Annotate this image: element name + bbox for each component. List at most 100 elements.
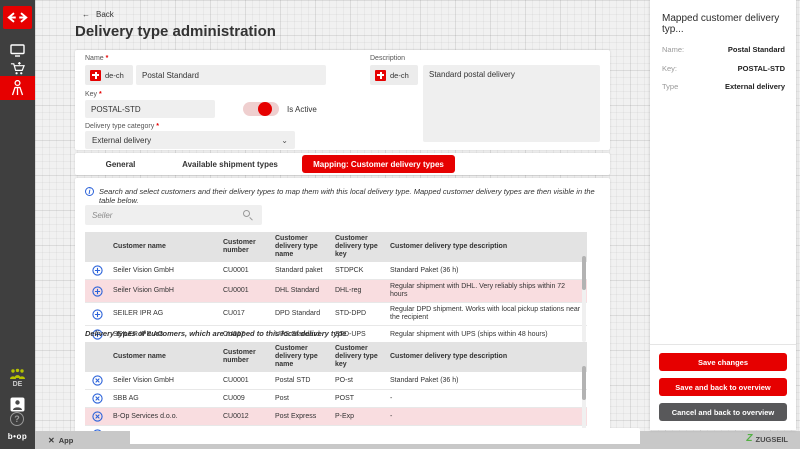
cell-type-key: DHL-reg [331, 280, 386, 302]
person-icon [11, 80, 24, 96]
header-customer-number: Customer number [219, 342, 271, 372]
scrollbar[interactable] [582, 256, 586, 342]
cell-customer-number: CU0001 [219, 372, 271, 389]
description-language-chip[interactable]: de-ch [370, 65, 418, 85]
cell-type-description: Regular shipment with UPS (ships within … [386, 326, 587, 343]
add-circle-icon[interactable] [92, 265, 103, 276]
sbb-logo-icon[interactable] [3, 6, 32, 29]
close-icon[interactable]: ✕ [48, 436, 55, 445]
cell-type-name: Postal STD [271, 372, 331, 389]
available-delivery-types-table: Customer name Customer number Customer d… [85, 232, 587, 344]
remove-circle-icon[interactable] [92, 375, 103, 386]
save-changes-button[interactable]: Save changes [659, 353, 787, 371]
zugseil-brand: Z ZUGSEIL [746, 434, 788, 444]
tab-mapping-customer-delivery-types[interactable]: Mapping: Customer delivery types [302, 155, 455, 173]
header-type-name: Customer delivery type name [271, 342, 331, 372]
panel-field-type: Type External delivery [662, 82, 785, 91]
category-select[interactable]: External delivery ⌄ [85, 131, 295, 149]
table-row[interactable]: SEILER IPR AG CU017 DPD Standard STD-DPD… [85, 303, 587, 326]
help-icon[interactable]: ? [10, 412, 24, 426]
back-label: Back [96, 10, 114, 19]
bottom-bar-label: App [59, 436, 74, 445]
delivery-type-form: Name de-ch Description de-ch Standard po… [75, 50, 610, 150]
cell-customer-number: CU0001 [219, 280, 271, 302]
zugseil-z-icon: Z [746, 434, 752, 444]
is-active-toggle[interactable] [243, 102, 279, 116]
tab-available-shipment-types[interactable]: Available shipment types [175, 153, 285, 175]
cell-customer-number: CU017 [219, 303, 271, 325]
group-icon [9, 368, 26, 380]
screen: DE ? b•op ✕ App Z ZUGSEIL ← Back Deliver… [0, 0, 800, 449]
remove-circle-icon[interactable] [92, 411, 103, 422]
cell-type-key: PO-st [331, 372, 386, 389]
description-field[interactable]: Standard postal delivery [423, 65, 600, 142]
table-row[interactable]: SBB AG CU009 Post POST - [85, 390, 587, 408]
toast-overlay [130, 428, 640, 444]
customer-search-input[interactable] [85, 206, 262, 226]
cell-type-description: - [386, 408, 587, 425]
category-selected-value: External delivery [92, 136, 151, 145]
panel-key-value: POSTAL-STD [738, 64, 785, 73]
panel-key-label: Key: [662, 64, 677, 73]
cell-type-key: STD-DPD [331, 303, 386, 325]
cell-type-name: Post [271, 390, 331, 407]
name-field[interactable] [136, 65, 326, 85]
cell-type-name: DHL Standard [271, 280, 331, 302]
info-text: Search and select customers and their de… [99, 187, 600, 205]
save-and-back-button[interactable]: Save and back to overview [659, 378, 787, 396]
name-label: Name [85, 55, 108, 62]
back-button[interactable]: ← Back [82, 10, 114, 19]
back-arrow-icon: ← [82, 10, 90, 19]
remove-circle-icon[interactable] [92, 393, 103, 404]
key-field[interactable] [85, 100, 215, 118]
monitor-icon [10, 44, 25, 57]
double-arrow-icon [7, 12, 28, 23]
cell-customer-name: Seiler Vision GmbH [109, 372, 219, 389]
cell-type-key: P-Exp [331, 408, 386, 425]
table-row[interactable]: Seiler Vision GmbH CU0001 Postal STD PO-… [85, 372, 587, 390]
cell-customer-name: Seiler Vision GmbH [109, 280, 219, 302]
add-circle-icon[interactable] [92, 286, 103, 297]
bottom-bar: ✕ App Z ZUGSEIL [35, 431, 800, 449]
table-row-highlighted[interactable]: Seiler Vision GmbH CU0001 DHL Standard D… [85, 280, 587, 303]
chevron-down-icon: ⌄ [281, 136, 288, 145]
cancel-and-back-button[interactable]: Cancel and back to overview [659, 403, 787, 421]
cell-customer-name: SBB AG [109, 390, 219, 407]
panel-name-value: Postal Standard [728, 45, 785, 54]
is-active-label: Is Active [287, 105, 317, 114]
tab-mapping-label: Mapping: Customer delivery types [313, 160, 444, 169]
panel-name-label: Name: [662, 45, 684, 54]
header-action-col [85, 232, 109, 262]
sidebar-item-person-active[interactable] [0, 76, 35, 100]
cell-customer-number: CU0012 [219, 408, 271, 425]
cell-customer-name: Seiler Vision GmbH [109, 262, 219, 279]
search-icon[interactable] [243, 210, 250, 217]
panel-title: Mapped customer delivery typ... [662, 13, 796, 35]
panel-field-key: Key: POSTAL-STD [662, 64, 785, 73]
bottom-bar-left: ✕ App [48, 436, 73, 445]
name-language-chip[interactable]: de-ch [85, 65, 133, 85]
mapped-delivery-types-table: Customer name Customer number Customer d… [85, 342, 587, 434]
header-action-col [85, 342, 109, 372]
mapped-section-title: Delivery types of customers, which are m… [85, 329, 346, 338]
cell-type-description: Standard Paket (36 h) [386, 372, 587, 389]
name-language-label: de-ch [105, 71, 124, 80]
cell-type-description: - [386, 390, 587, 407]
key-label: Key [85, 91, 102, 98]
tab-general[interactable]: General [88, 153, 153, 175]
table-row-highlighted[interactable]: B-Op Services d.o.o. CU0012 Post Express… [85, 408, 587, 426]
profile-photo-icon [10, 397, 25, 412]
table-header: Customer name Customer number Customer d… [85, 342, 587, 372]
cell-type-key: POST [331, 390, 386, 407]
panel-type-value: External delivery [725, 82, 785, 91]
table-header: Customer name Customer number Customer d… [85, 232, 587, 262]
swiss-flag-icon [375, 70, 386, 81]
language-label[interactable]: DE [0, 381, 35, 388]
header-type-description: Customer delivery type description [386, 342, 587, 372]
table-row[interactable]: Seiler Vision GmbH CU0001 Standard paket… [85, 262, 587, 280]
tab-available-shipment-types-label: Available shipment types [182, 160, 278, 169]
header-customer-name: Customer name [109, 342, 219, 372]
add-circle-icon[interactable] [92, 309, 103, 320]
tab-general-label: General [106, 160, 136, 169]
scrollbar[interactable] [582, 366, 586, 434]
